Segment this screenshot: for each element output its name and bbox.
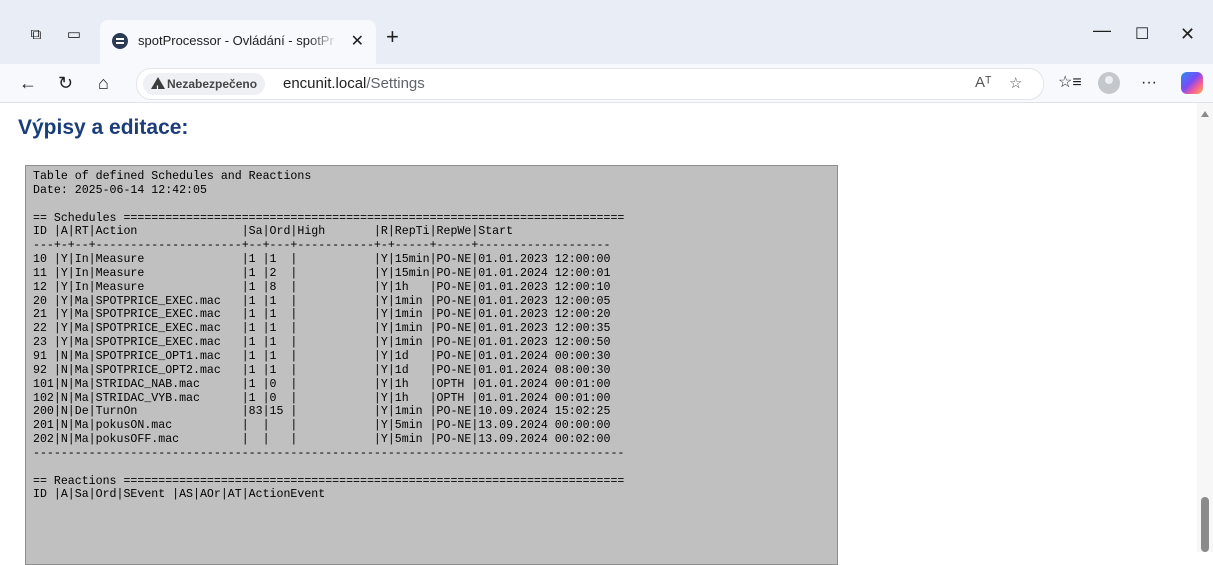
minimize-icon[interactable]: — (1093, 20, 1111, 41)
new-tab-button[interactable]: + (386, 24, 399, 50)
close-tab-icon[interactable]: ✕ (351, 31, 364, 51)
scroll-up-icon[interactable] (1201, 111, 1209, 117)
maximize-icon[interactable]: ☐ (1135, 24, 1149, 44)
back-icon[interactable]: ← (19, 73, 37, 93)
schedule-listing-box[interactable]: Table of defined Schedules and Reactions… (25, 165, 838, 565)
vertical-scrollbar[interactable] (1197, 103, 1213, 552)
profile-avatar-icon[interactable] (1098, 72, 1120, 94)
warning-icon (151, 77, 165, 100)
more-menu-icon[interactable]: ··· (1141, 73, 1157, 93)
schedule-listing-text: Table of defined Schedules and Reactions… (33, 170, 625, 502)
favorites-icon[interactable]: ☆≡ (1058, 73, 1082, 93)
tab-active[interactable]: spotProcessor - Ovládání - spotPr ✕ (100, 20, 376, 64)
page-title: Výpisy a editace: (18, 116, 189, 139)
site-favicon-icon (112, 33, 128, 49)
home-icon[interactable]: ⌂ (98, 73, 109, 93)
tab-actions-icon[interactable]: ▭ (65, 26, 83, 44)
navigation-bar: ← ↻ ⌂ Nezabezpečeno encunit.local/Settin… (0, 64, 1213, 103)
workspaces-icon[interactable]: ⧉ (27, 26, 45, 44)
copilot-icon[interactable] (1181, 72, 1203, 94)
favorite-star-icon[interactable]: ☆ (1009, 74, 1022, 92)
security-label: Nezabezpečeno (167, 77, 258, 91)
tab-title: spotProcessor - Ovládání - spotPr (138, 33, 334, 48)
security-indicator[interactable]: Nezabezpečeno (143, 73, 266, 100)
refresh-icon[interactable]: ↻ (58, 73, 73, 93)
close-window-icon[interactable]: ✕ (1180, 24, 1195, 45)
url-path: /Settings (366, 75, 425, 92)
read-aloud-icon[interactable]: Aᵀ (975, 74, 992, 91)
tab-strip: ⧉ ▭ spotProcessor - Ovládání - spotPr ✕ … (0, 0, 1213, 64)
page-content: Výpisy a editace: Table of defined Sched… (0, 103, 1197, 565)
address-bar[interactable]: Nezabezpečeno encunit.local/Settings Aᵀ … (136, 68, 1044, 100)
url-host: encunit.local (283, 75, 367, 92)
url-text[interactable]: encunit.local/Settings (283, 75, 425, 92)
scrollbar-thumb[interactable] (1201, 497, 1209, 552)
